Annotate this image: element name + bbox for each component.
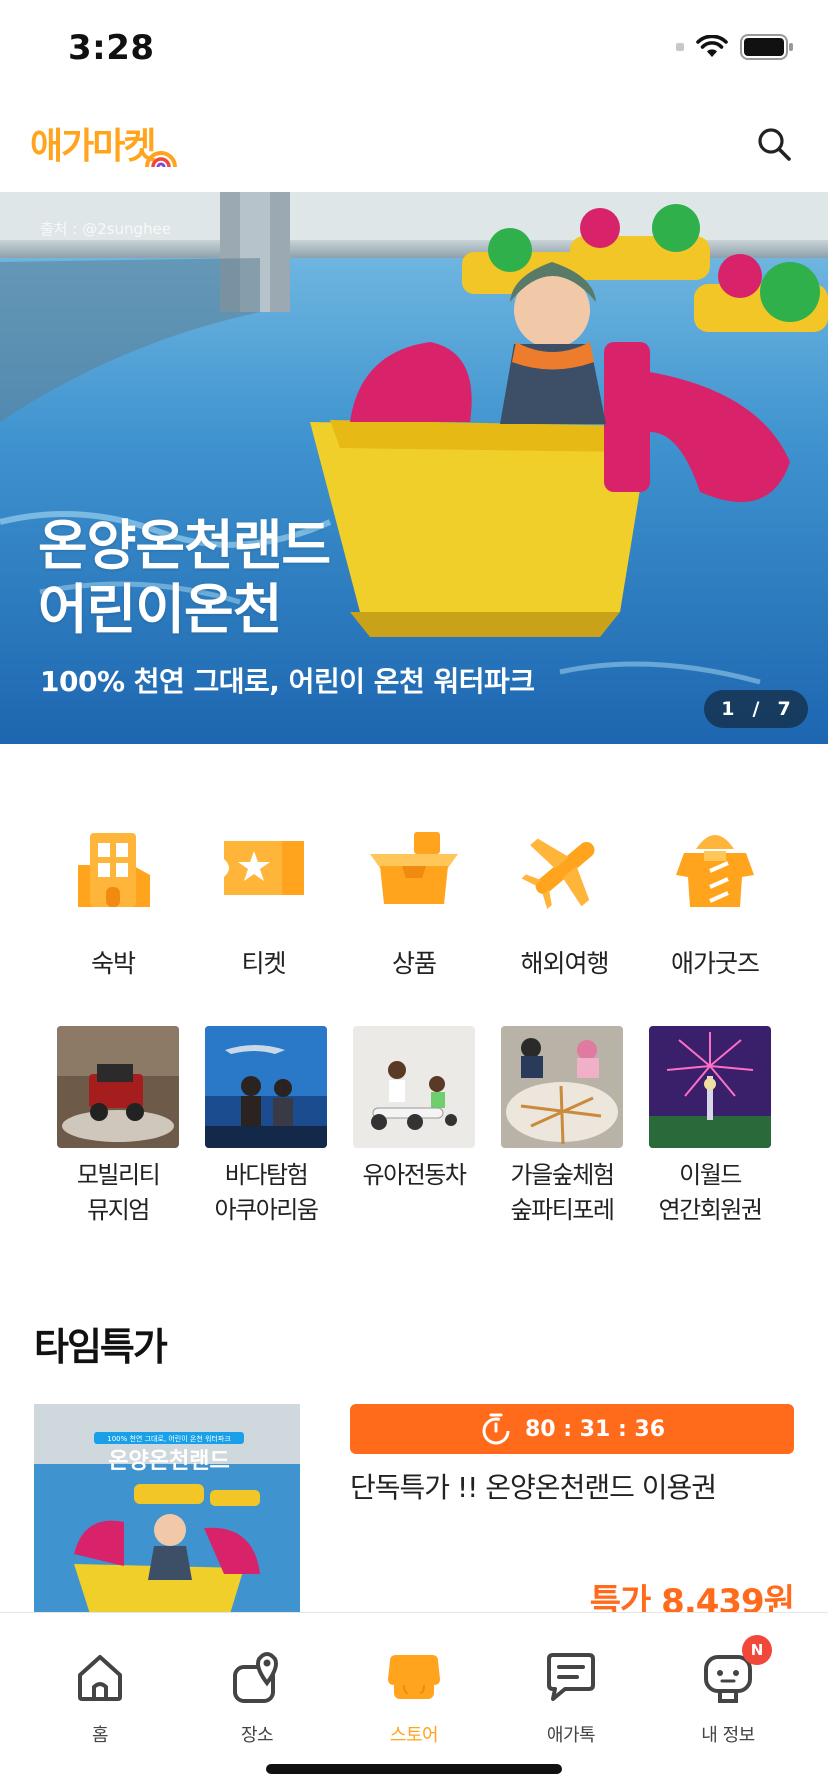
pager-current: 1 — [721, 698, 735, 720]
deal-countdown: 80 : 31 : 36 — [524, 1416, 666, 1442]
notification-badge: N — [742, 1635, 772, 1665]
deal-thumbnail: 100% 천연 그대로, 어린이 온천 워터파크 온양온천랜드 — [34, 1404, 300, 1614]
place-label: 가을숲체험 숲파티포레 — [510, 1161, 615, 1224]
place-item[interactable]: 바다탐험 아쿠아리움 — [196, 1026, 336, 1228]
time-deal-title: 타임특가 — [34, 1325, 168, 1369]
tab-aega-talk[interactable]: 애가톡 — [501, 1647, 641, 1747]
chat-icon — [541, 1647, 601, 1707]
place-item[interactable]: 모빌리티 뮤지엄 — [48, 1026, 188, 1228]
hero-banner[interactable]: 출처 : @2sunghee 온양온천랜드 어린이온천 100% 천연 그대로,… — [0, 192, 828, 744]
time-deal-card[interactable]: 100% 천연 그대로, 어린이 온천 워터파크 온양온천랜드 80 : 31 … — [34, 1404, 795, 1622]
pager-total: 7 — [777, 698, 791, 720]
tab-store[interactable]: 스토어 — [344, 1647, 484, 1747]
tab-label: 스토어 — [389, 1725, 439, 1746]
pager-separator: / — [752, 698, 760, 720]
category-menu: 숙박 티켓 상품 해외여행 애가굿즈 — [48, 818, 780, 980]
status-bar: 3:28 — [0, 0, 828, 100]
category-product[interactable]: 상품 — [349, 818, 479, 980]
tab-my-info[interactable]: N 내 정보 — [658, 1635, 798, 1747]
rainbow-icon — [145, 151, 178, 168]
place-item[interactable]: 이월드 연간회원권 — [640, 1026, 780, 1228]
deal-thumb-title: 온양온천랜드 — [108, 1449, 229, 1474]
tab-label: 장소 — [240, 1725, 274, 1746]
category-label: 애가굿즈 — [670, 949, 760, 978]
building-icon — [63, 818, 163, 918]
category-label: 숙박 — [90, 949, 136, 978]
category-label: 해외여행 — [520, 949, 609, 978]
category-label: 티켓 — [241, 949, 286, 978]
status-icons — [676, 34, 794, 60]
place-label: 이월드 연간회원권 — [658, 1161, 763, 1224]
box-icon — [364, 818, 464, 918]
category-lodging[interactable]: 숙박 — [48, 818, 178, 980]
featured-places: 모빌리티 뮤지엄 바다탐험 아쿠아리움 유아전동차 가을숲체험 숲파티포레 이월… — [48, 1026, 780, 1228]
search-button[interactable] — [750, 120, 798, 168]
deal-title: 단독특가 !! 온양온천랜드 이용권 — [350, 1471, 717, 1504]
airplane-icon — [515, 818, 615, 918]
hero-title-line2: 어린이온천 — [38, 578, 282, 641]
home-indicator — [266, 1764, 562, 1774]
category-label: 상품 — [391, 949, 437, 978]
status-time: 3:28 — [68, 28, 155, 68]
hero-subtitle: 100% 천연 그대로, 어린이 온천 워터파크 — [40, 665, 535, 698]
place-label: 바다탐험 아쿠아리움 — [214, 1161, 319, 1224]
app-logo[interactable]: 애가마켓 — [30, 118, 178, 168]
search-icon — [758, 128, 791, 161]
place-thumbnail — [649, 1026, 771, 1148]
place-thumbnail — [353, 1026, 475, 1148]
hero-pager: 1 / 7 — [704, 690, 808, 728]
cellular-signal-icon — [676, 43, 684, 51]
tab-label: 애가톡 — [546, 1725, 596, 1746]
category-aega-goods[interactable]: 애가굿즈 — [650, 818, 780, 980]
logo-text: 애가마켓 — [30, 126, 156, 167]
place-item[interactable]: 유아전동차 — [344, 1026, 484, 1228]
hero-title-line1: 온양온천랜드 — [38, 514, 331, 577]
place-item[interactable]: 가을숲체험 숲파티포레 — [492, 1026, 632, 1228]
location-icon — [227, 1647, 287, 1707]
place-thumbnail — [57, 1026, 179, 1148]
place-label: 유아전동차 — [362, 1161, 467, 1189]
category-ticket[interactable]: 티켓 — [199, 818, 329, 980]
place-thumbnail — [205, 1026, 327, 1148]
battery-icon — [740, 34, 793, 60]
app-header: 애가마켓 — [0, 100, 828, 192]
deal-thumb-banner: 100% 천연 그대로, 어린이 온천 워터파크 — [107, 1434, 231, 1443]
timer-icon — [482, 1413, 510, 1445]
place-thumbnail — [501, 1026, 623, 1148]
place-label: 모빌리티 뮤지엄 — [76, 1161, 161, 1224]
category-overseas-travel[interactable]: 해외여행 — [500, 818, 630, 980]
ticket-icon — [214, 818, 314, 918]
store-icon — [384, 1647, 444, 1707]
tab-label: 내 정보 — [701, 1725, 755, 1746]
deal-timer: 80 : 31 : 36 — [350, 1404, 794, 1454]
tab-label: 홈 — [91, 1725, 109, 1746]
tab-home[interactable]: 홈 — [30, 1647, 170, 1747]
raincoat-icon — [665, 818, 765, 918]
home-icon — [70, 1647, 130, 1707]
hero-title: 온양온천랜드 어린이온천 — [38, 514, 331, 642]
wifi-icon — [696, 35, 728, 57]
hero-credit: 출처 : @2sunghee — [40, 220, 172, 238]
tab-places[interactable]: 장소 — [187, 1647, 327, 1747]
